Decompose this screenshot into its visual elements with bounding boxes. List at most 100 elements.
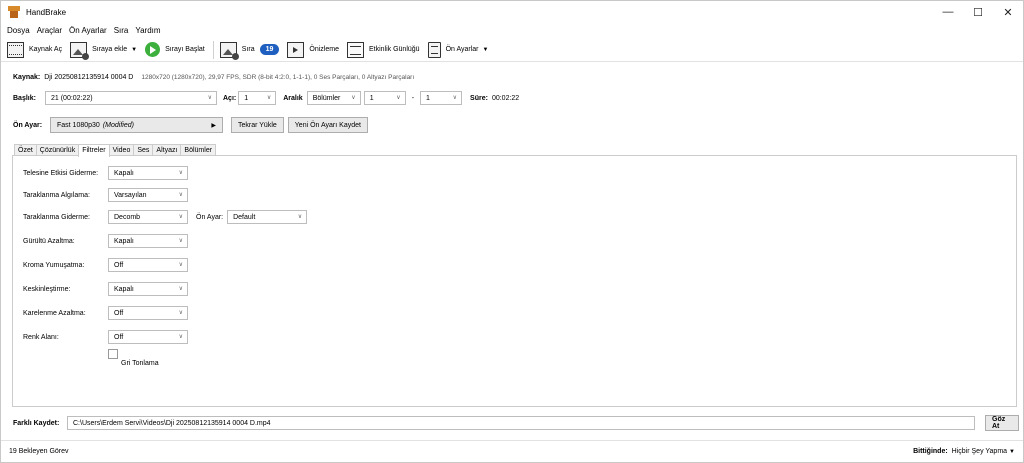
- deinterlace-preset-select[interactable]: Default ∨: [227, 210, 308, 224]
- angle-select[interactable]: 1 ∨: [238, 91, 277, 105]
- open-source-label: Kaynak Aç: [29, 46, 63, 53]
- duration-label: Süre:: [470, 94, 488, 102]
- sharpen-select[interactable]: Kapalı ∨: [108, 282, 188, 296]
- preset-select[interactable]: Fast 1080p30 (Modified) ▶: [50, 117, 223, 133]
- toolbar: Kaynak Aç Sıraya ekle ▼ Sırayı Başlat Sı…: [1, 38, 1023, 62]
- angle-label: Açı:: [223, 94, 237, 102]
- filters-panel: Telesine Etkisi Giderme: Kapalı ∨ Tarakl…: [12, 155, 1017, 407]
- menu-file[interactable]: Dosya: [7, 26, 30, 35]
- range-separator: -: [411, 94, 415, 102]
- chevron-down-icon: ∨: [178, 334, 183, 340]
- chevron-down-icon: ∨: [452, 95, 458, 101]
- deblock-label: Karelenme Azaltma:: [23, 309, 86, 317]
- save-as-row: Farklı Kaydet: C:\Users\Erdem Servi\Vide…: [13, 415, 1019, 431]
- close-button[interactable]: ✕: [993, 1, 1023, 23]
- deinterlace-preset-label: Ön Ayar:: [196, 213, 224, 221]
- open-source-button[interactable]: Kaynak Aç: [7, 41, 63, 58]
- grayscale-checkbox[interactable]: [108, 349, 118, 359]
- save-as-label: Farklı Kaydet:: [13, 419, 60, 427]
- menu-tools[interactable]: Araçlar: [37, 26, 62, 35]
- browse-button[interactable]: Göz At: [985, 415, 1019, 431]
- deinterlace-label: Taraklanma Giderme:: [23, 213, 90, 221]
- source-label: Kaynak:: [13, 74, 41, 81]
- source-name: Dji 20250812135914 0004 D: [44, 74, 134, 81]
- colorspace-select[interactable]: Off ∨: [108, 330, 188, 344]
- source-details: 1280x720 (1280x720), 29,97 FPS, SDR (8-b…: [141, 74, 415, 81]
- detelecine-value: Kapalı: [114, 169, 134, 177]
- denoise-row: Gürültü Azaltma: Kapalı ∨: [23, 234, 188, 248]
- chroma-smooth-value: Off: [114, 261, 124, 269]
- activity-log-label: Etkinlik Günlüğü: [368, 46, 420, 53]
- preset-value: Fast 1080p30: [57, 121, 100, 129]
- presets-icon: [427, 41, 441, 58]
- film-icon: [7, 41, 24, 58]
- queue-label: Sıra: [241, 46, 255, 53]
- source-row: Kaynak: Dji 20250812135914 0004 D 1280x7…: [13, 74, 414, 81]
- menu-bar: Dosya Araçlar Ön Ayarlar Sıra Yardım: [1, 23, 168, 37]
- deinterlace-row: Taraklanma Giderme: Decomb ∨ Ön Ayar: De…: [23, 210, 308, 224]
- deinterlace-value: Decomb: [114, 213, 141, 221]
- menu-presets[interactable]: Ön Ayarlar: [69, 26, 107, 35]
- tab-filters[interactable]: Filtreler: [78, 144, 110, 157]
- chroma-smooth-row: Kroma Yumuşatma: Off ∨: [23, 258, 188, 272]
- add-image-icon: [70, 41, 90, 60]
- log-icon: [346, 41, 364, 58]
- chevron-down-icon: ∨: [297, 214, 303, 220]
- presets-label: Ön Ayarlar: [445, 46, 479, 53]
- when-done-value: Hiçbir Şey Yapma: [951, 448, 1008, 455]
- detelecine-label: Telesine Etkisi Giderme:: [23, 169, 99, 177]
- maximize-button[interactable]: ☐: [963, 1, 993, 23]
- denoise-label: Gürültü Azaltma:: [23, 237, 75, 245]
- grayscale-label: Gri Tonlama: [121, 360, 159, 367]
- comb-detect-label: Taraklanma Algılama:: [23, 191, 90, 199]
- handbrake-logo-icon: [8, 6, 20, 18]
- denoise-select[interactable]: Kapalı ∨: [108, 234, 188, 248]
- colorspace-label: Renk Alanı:: [23, 333, 59, 341]
- chevron-down-icon[interactable]: ▼: [131, 47, 137, 53]
- when-done-label: Bittiğinde:: [913, 448, 948, 455]
- deblock-select[interactable]: Off ∨: [108, 306, 188, 320]
- title-select[interactable]: 21 (00:02:22) ∨: [45, 91, 217, 105]
- reload-button[interactable]: Tekrar Yükle: [231, 117, 284, 133]
- toolbar-divider: [212, 40, 214, 59]
- menu-help[interactable]: Yardım: [135, 26, 160, 35]
- range-end-select[interactable]: 1 ∨: [420, 91, 463, 105]
- preview-button[interactable]: Önizleme: [287, 41, 339, 58]
- colorspace-row: Renk Alanı: Off ∨: [23, 330, 188, 344]
- deblock-row: Karelenme Azaltma: Off ∨: [23, 306, 188, 320]
- range-type-select[interactable]: Bölümler ∨: [306, 91, 361, 105]
- comb-detect-row: Taraklanma Algılama: Varsayılan ∨: [23, 188, 188, 202]
- chevron-down-icon[interactable]: ▼: [483, 47, 489, 53]
- chroma-smooth-select[interactable]: Off ∨: [108, 258, 188, 272]
- play-icon: [145, 42, 161, 57]
- add-to-queue-button[interactable]: Sıraya ekle ▼: [70, 41, 137, 60]
- chevron-down-icon: ∨: [178, 214, 183, 220]
- title-value: 21 (00:02:22): [51, 94, 93, 102]
- pending-jobs-text: 19 Bekleyen Görev: [9, 448, 69, 455]
- start-queue-button[interactable]: Sırayı Başlat: [145, 42, 205, 57]
- add-to-queue-label: Sıraya ekle: [92, 46, 128, 53]
- when-done-control[interactable]: Bittiğinde: Hiçbir Şey Yapma ▼: [913, 448, 1015, 455]
- queue-button[interactable]: Sıra 19: [219, 41, 280, 60]
- sharpen-row: Keskinleştirme: Kapalı ∨: [23, 282, 188, 296]
- presets-button[interactable]: Ön Ayarlar ▼: [427, 41, 489, 58]
- title-label: Başlık:: [13, 94, 36, 102]
- chevron-down-icon: ∨: [207, 95, 212, 101]
- detelecine-row: Telesine Etkisi Giderme: Kapalı ∨: [23, 166, 188, 180]
- title-row: Başlık: 21 (00:02:22) ∨ Açı: 1 ∨ Aralık …: [13, 91, 519, 105]
- comb-detect-select[interactable]: Varsayılan ∨: [108, 188, 188, 202]
- deinterlace-preset-value: Default: [233, 213, 256, 221]
- menu-queue[interactable]: Sıra: [114, 26, 129, 35]
- save-new-preset-button[interactable]: Yeni Ön Ayarı Kaydet: [287, 117, 368, 133]
- deinterlace-select[interactable]: Decomb ∨: [108, 210, 188, 224]
- minimize-button[interactable]: —: [933, 1, 963, 23]
- denoise-value: Kapalı: [114, 237, 134, 245]
- range-end-value: 1: [426, 94, 430, 102]
- start-queue-label: Sırayı Başlat: [165, 46, 205, 53]
- save-as-path-input[interactable]: C:\Users\Erdem Servi\Videos\Dji 20250812…: [67, 416, 975, 430]
- detelecine-select[interactable]: Kapalı ∨: [108, 166, 188, 180]
- chevron-down-icon: ∨: [178, 310, 183, 316]
- preview-label: Önizleme: [309, 46, 339, 53]
- range-start-select[interactable]: 1 ∨: [363, 91, 406, 105]
- activity-log-button[interactable]: Etkinlik Günlüğü: [346, 41, 420, 58]
